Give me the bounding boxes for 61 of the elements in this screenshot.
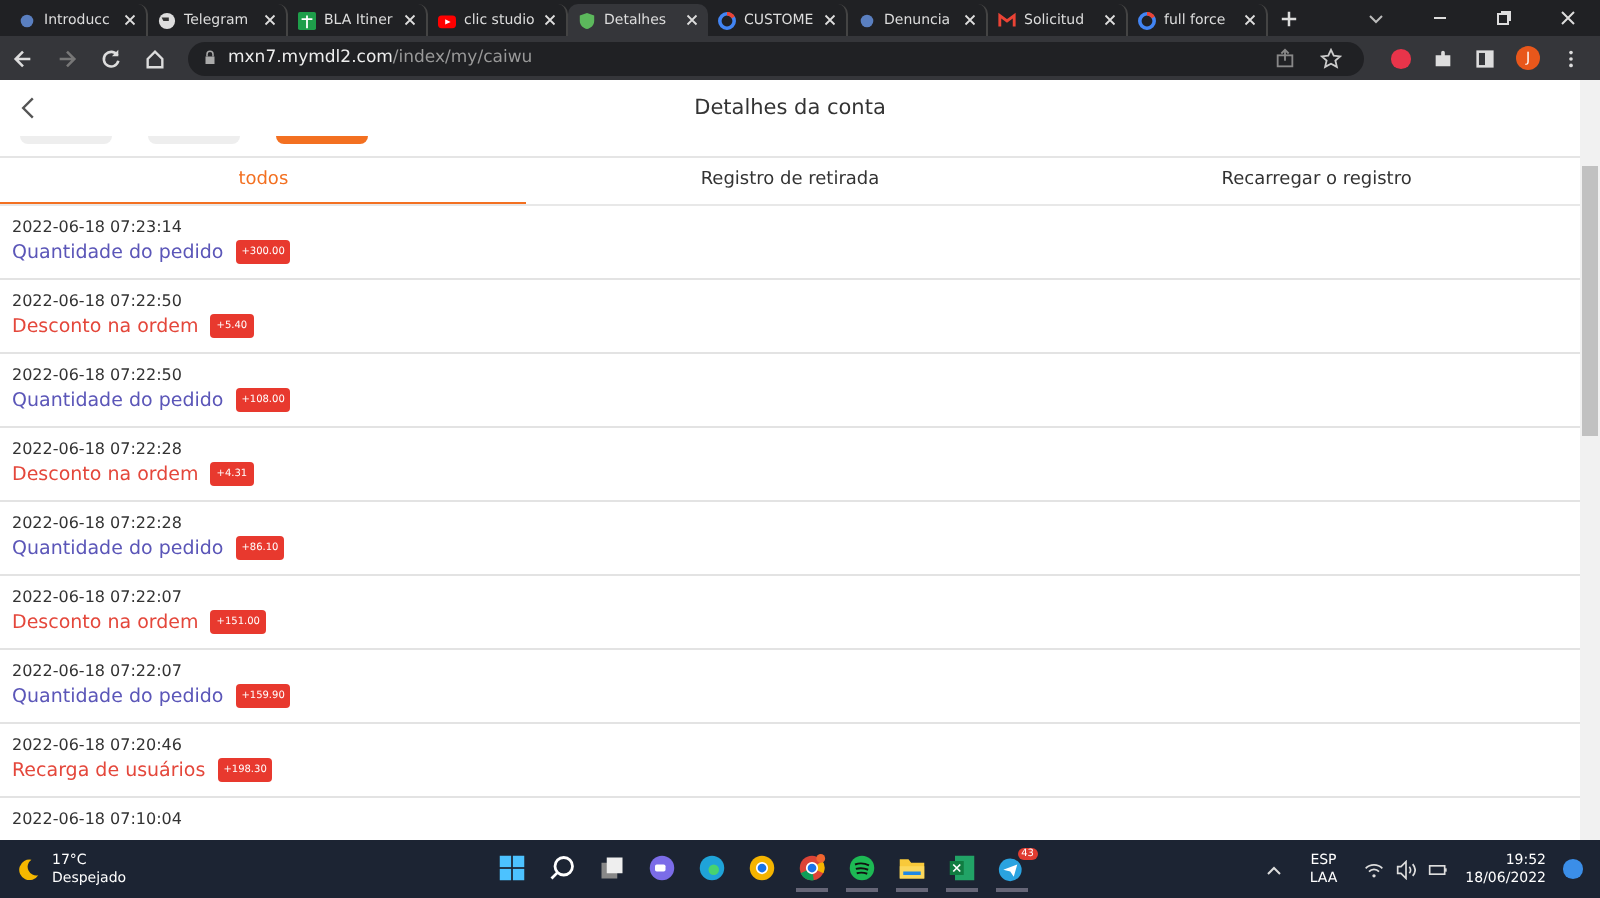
record-time: 2022-06-18 07:22:50	[12, 292, 184, 310]
mail-icon	[998, 11, 1016, 29]
close-icon[interactable]	[124, 14, 136, 26]
record-time: 2022-06-18 07:23:14	[12, 218, 184, 236]
record-time: 2022-06-18 07:22:28	[12, 440, 184, 458]
notification-icon[interactable]	[1562, 858, 1585, 880]
search-icon[interactable]	[547, 853, 576, 881]
scrollbar-thumb[interactable]	[1582, 166, 1598, 436]
record-type: Desconto na ordem	[12, 611, 199, 633]
close-icon[interactable]	[686, 14, 698, 26]
chat-icon[interactable]	[647, 853, 676, 881]
back-chevron-icon[interactable]	[20, 96, 36, 120]
record-time: 2022-06-18 07:10:04	[12, 810, 184, 828]
spreadsheet-icon[interactable]	[947, 853, 976, 881]
record-type: Quantidade do pedido	[12, 685, 224, 707]
paper-plane-icon[interactable]	[997, 853, 1026, 881]
record-time: 2022-06-18 07:22:07	[12, 588, 184, 606]
restore-icon[interactable]	[1494, 8, 1514, 28]
close-icon[interactable]	[1558, 8, 1578, 28]
record-type: Recarga de usuários	[12, 759, 206, 781]
address-field[interactable]: mxn7.mymdl2.com/index/my/caiwu	[188, 41, 1364, 75]
windows-icon[interactable]	[497, 853, 526, 881]
star-icon[interactable]	[1320, 47, 1342, 69]
share-icon[interactable]	[1274, 47, 1296, 69]
wifi-icon[interactable]	[1363, 859, 1384, 879]
play-icon	[438, 11, 456, 29]
spreadsheet-icon	[298, 11, 316, 29]
side-panel-icon[interactable]	[1474, 47, 1496, 69]
close-icon[interactable]	[404, 14, 416, 26]
moon-icon	[16, 857, 40, 881]
speaker-icon[interactable]	[1395, 859, 1416, 879]
task-view-icon[interactable]	[597, 853, 626, 881]
record-type: Desconto na ordem	[12, 463, 199, 485]
adblock-icon[interactable]	[1390, 47, 1412, 69]
record-time: 2022-06-18 07:22:28	[12, 514, 184, 532]
close-icon[interactable]	[1244, 14, 1256, 26]
filter-pill[interactable]	[276, 136, 368, 144]
forward-arrow-icon	[56, 47, 78, 69]
back-arrow-icon[interactable]	[12, 47, 34, 69]
new-tab-icon[interactable]	[1280, 9, 1298, 27]
record-type: Desconto na ordem	[12, 315, 199, 337]
record-time: 2022-06-18 07:22:50	[12, 366, 184, 384]
page-title: Detalhes da conta	[694, 96, 886, 120]
url-text: mxn7.mymdl2.com/index/my/caiwu	[228, 48, 533, 68]
record-type: Quantidade do pedido	[12, 389, 224, 411]
record-time: 2022-06-18 07:22:07	[12, 662, 184, 680]
home-icon[interactable]	[144, 47, 166, 69]
puzzle-icon[interactable]	[1432, 47, 1454, 69]
lock-icon	[204, 50, 216, 66]
record-type: Quantidade do pedido	[12, 537, 224, 559]
close-icon[interactable]	[264, 14, 276, 26]
record-time: 2022-06-18 07:20:46	[12, 736, 184, 754]
record-type: Quantidade do pedido	[12, 241, 224, 263]
folder-icon[interactable]	[897, 853, 926, 881]
close-icon[interactable]	[824, 14, 836, 26]
shield-icon	[578, 11, 596, 29]
reload-icon[interactable]	[100, 47, 122, 69]
close-icon[interactable]	[964, 14, 976, 26]
close-icon[interactable]	[544, 14, 556, 26]
close-icon[interactable]	[1104, 14, 1116, 26]
battery-icon[interactable]	[1427, 859, 1448, 879]
